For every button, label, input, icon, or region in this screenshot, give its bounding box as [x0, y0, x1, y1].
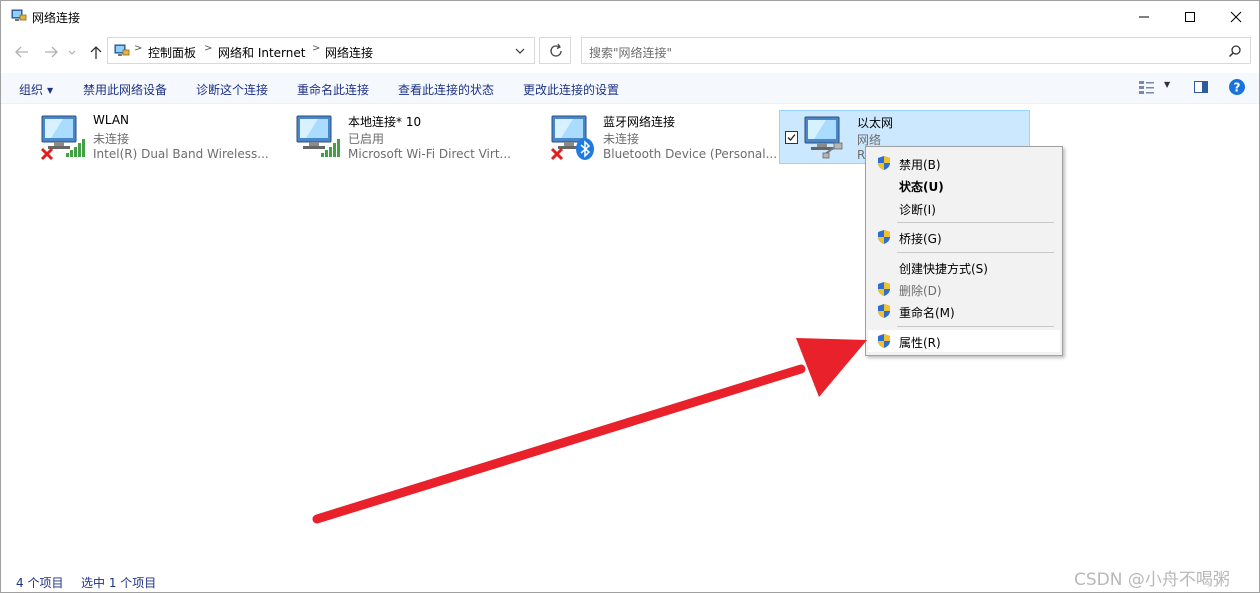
status-item-count: 4 个项目 [16, 576, 64, 590]
annotation-arrow [312, 338, 867, 524]
network-connections-window: 网络连接 > 控制面板 > 网络和 Internet > 网络连接 搜索"网络连… [0, 0, 1260, 593]
status-selected-count: 选中 1 个项目 [81, 576, 157, 590]
watermark-text: CSDN @小舟不喝粥 [1074, 570, 1230, 590]
